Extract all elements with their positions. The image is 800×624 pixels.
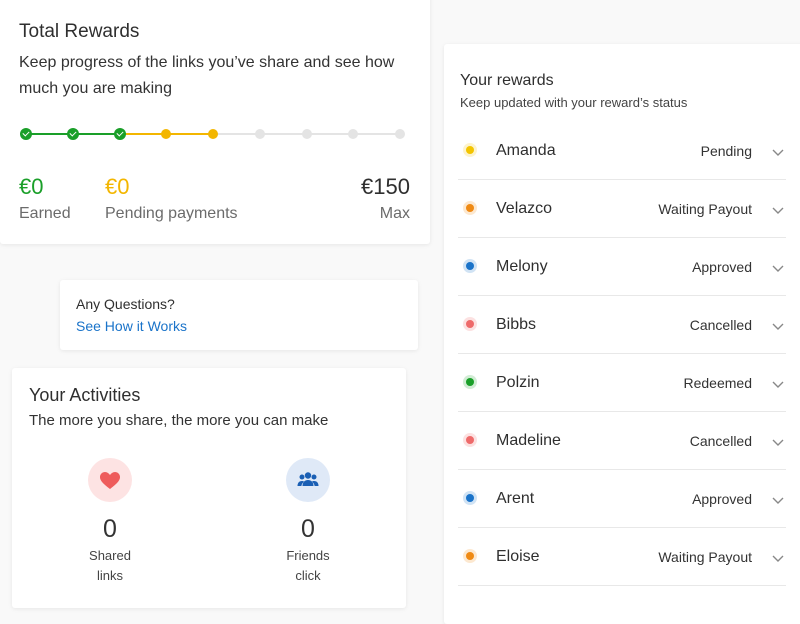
chevron-down-icon[interactable] [772, 434, 784, 446]
reward-status: Waiting Payout [658, 549, 752, 565]
progress-step-empty [348, 129, 359, 139]
friends-click-label: Friends click [286, 548, 330, 583]
questions-text: Any Questions? [76, 296, 175, 312]
reward-name: Polzin [496, 374, 540, 391]
chevron-down-icon[interactable] [772, 144, 784, 156]
how-it-works-link[interactable]: See How it Works [76, 318, 187, 334]
reward-name: Arent [496, 490, 535, 507]
reward-status: Approved [692, 259, 752, 275]
rewards-subtitle: Keep updated with your reward’s status [460, 95, 688, 110]
reward-row[interactable]: Bibbs Cancelled [458, 296, 786, 354]
status-dot-icon [463, 201, 477, 215]
chevron-down-icon[interactable] [772, 492, 784, 504]
chevron-down-icon[interactable] [772, 202, 784, 214]
reward-row[interactable]: Eloise Waiting Payout [458, 528, 786, 586]
rewards-card: Your rewards Keep updated with your rewa… [444, 44, 800, 624]
total-rewards-subtitle: Keep progress of the links you’ve share … [19, 54, 395, 97]
reward-name: Velazco [496, 200, 553, 217]
progress-step-done [113, 128, 126, 140]
activities-title: Your Activities [29, 385, 141, 405]
status-dot-icon [463, 143, 477, 157]
reward-row[interactable]: Polzin Redeemed [458, 354, 786, 412]
rewards-progress-bar [20, 128, 405, 140]
reward-status: Approved [692, 491, 752, 507]
pending-label: Pending payments [105, 205, 238, 222]
status-dot-icon [463, 317, 477, 331]
total-rewards-title: Total Rewards [19, 21, 140, 42]
reward-row[interactable]: Arent Approved [458, 470, 786, 528]
status-dot-icon [463, 375, 477, 389]
activity-friends-click: 0 Friends click [253, 458, 363, 586]
max-label: Max [379, 205, 410, 222]
progress-step-done [66, 128, 79, 140]
reward-row[interactable]: Melony Approved [458, 238, 786, 296]
progress-step-empty [254, 129, 265, 139]
reward-status: Redeemed [683, 375, 753, 391]
pending-value: €0 [105, 174, 130, 199]
max-value: €150 [361, 174, 410, 199]
reward-name: Madeline [496, 432, 561, 449]
heart-icon [88, 458, 132, 502]
rewards-title: Your rewards [460, 72, 554, 89]
reward-row[interactable]: Madeline Cancelled [458, 412, 786, 470]
chevron-down-icon[interactable] [772, 260, 784, 272]
reward-status: Waiting Payout [658, 201, 752, 217]
questions-card: Any Questions? See How it Works [60, 280, 418, 350]
activity-shared-links: 0 Shared links [55, 458, 165, 586]
reward-name: Bibbs [496, 316, 537, 333]
reward-name: Melony [496, 258, 548, 275]
status-dot-icon [463, 549, 477, 563]
friends-click-count: 0 [301, 515, 315, 543]
total-rewards-card: Total Rewards Keep progress of the links… [0, 0, 430, 244]
chevron-down-icon[interactable] [772, 318, 784, 330]
rewards-list: Amanda Pending Velazco Waiting Payout Melony… [458, 122, 786, 586]
reward-name: Eloise [496, 548, 540, 565]
reward-name: Amanda [496, 142, 556, 159]
earned-value: €0 [19, 174, 44, 199]
status-dot-icon [463, 491, 477, 505]
reward-row[interactable]: Amanda Pending [458, 122, 786, 180]
status-dot-icon [463, 259, 477, 273]
progress-step-empty [395, 129, 405, 139]
reward-status: Cancelled [689, 317, 752, 333]
activities-card: Your Activities The more you share, the … [12, 368, 406, 608]
chevron-down-icon[interactable] [772, 376, 784, 388]
reward-status: Pending [700, 143, 752, 159]
chevron-down-icon[interactable] [772, 550, 784, 562]
progress-step-pending [161, 129, 172, 139]
shared-links-label: Shared links [89, 548, 131, 583]
reward-row[interactable]: Velazco Waiting Payout [458, 180, 786, 238]
earned-label: Earned [19, 205, 71, 222]
activities-subtitle: The more you share, the more you can mak… [29, 412, 329, 429]
progress-step-done [20, 128, 32, 140]
shared-links-count: 0 [103, 515, 117, 543]
progress-step-empty [301, 129, 312, 139]
status-dot-icon [463, 433, 477, 447]
friends-icon [286, 458, 330, 502]
progress-step-pending [208, 129, 218, 139]
reward-status: Cancelled [689, 433, 752, 449]
